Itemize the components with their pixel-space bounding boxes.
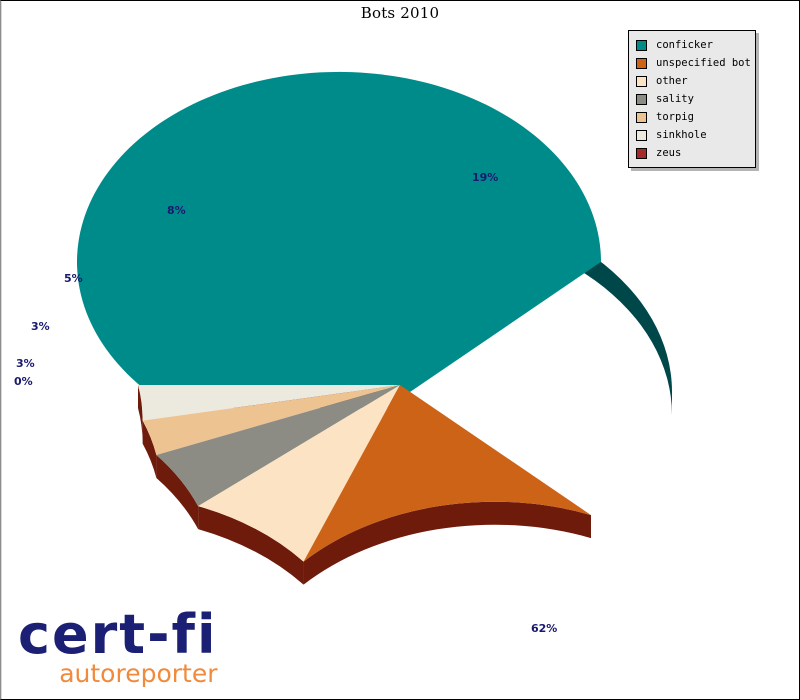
legend-swatch-icon-other <box>636 75 647 87</box>
legend-item-sality[interactable]: sality <box>636 90 749 108</box>
legend-swatch-icon-unspecified-bot <box>636 57 647 69</box>
pct-label-unspecified-bot: 19% <box>472 171 499 184</box>
legend-swatch-icon-zeus <box>636 147 647 159</box>
legend-swatch-icon-conficker <box>636 39 647 51</box>
legend-swatch-icon-sality <box>636 93 647 105</box>
legend-label-unspecified-bot: unspecified bot <box>656 56 751 69</box>
pct-label-sality: 5% <box>64 272 83 285</box>
legend-item-unspecified-bot[interactable]: unspecified bot <box>636 54 751 72</box>
legend-item-conficker[interactable]: conficker <box>636 36 749 54</box>
legend-label-zeus: zeus <box>656 146 682 159</box>
legend-label-conficker: conficker <box>656 38 713 51</box>
legend-swatch-icon-torpig <box>636 111 647 123</box>
pct-label-conficker: 62% <box>531 622 558 635</box>
pct-label-zeus: 0% <box>14 375 33 388</box>
pie-slice-tops <box>76 71 601 562</box>
legend-item-sinkhole[interactable]: sinkhole <box>636 126 749 144</box>
legend-item-other[interactable]: other <box>636 72 749 90</box>
pct-label-other: 8% <box>167 204 186 217</box>
pct-label-sinkhole: 3% <box>16 357 35 370</box>
pct-label-torpig: 3% <box>31 320 50 333</box>
logo-wordmark: cert-fi <box>18 603 218 666</box>
legend-item-zeus[interactable]: zeus <box>636 144 749 162</box>
legend-swatch-icon-sinkhole <box>636 129 647 141</box>
pie-chart-figure: Bots 2010 19% 8% 5% 3% 3% 0% 62% confick… <box>0 0 800 700</box>
legend-label-torpig: torpig <box>656 110 694 123</box>
legend-label-sinkhole: sinkhole <box>656 128 707 141</box>
cert-fi-logo: cert-fi autoreporter <box>18 608 218 688</box>
legend-label-other: other <box>656 74 688 87</box>
legend-item-torpig[interactable]: torpig <box>636 108 749 126</box>
legend: conficker unspecified bot other sality t… <box>628 30 756 168</box>
legend-label-sality: sality <box>656 92 694 105</box>
